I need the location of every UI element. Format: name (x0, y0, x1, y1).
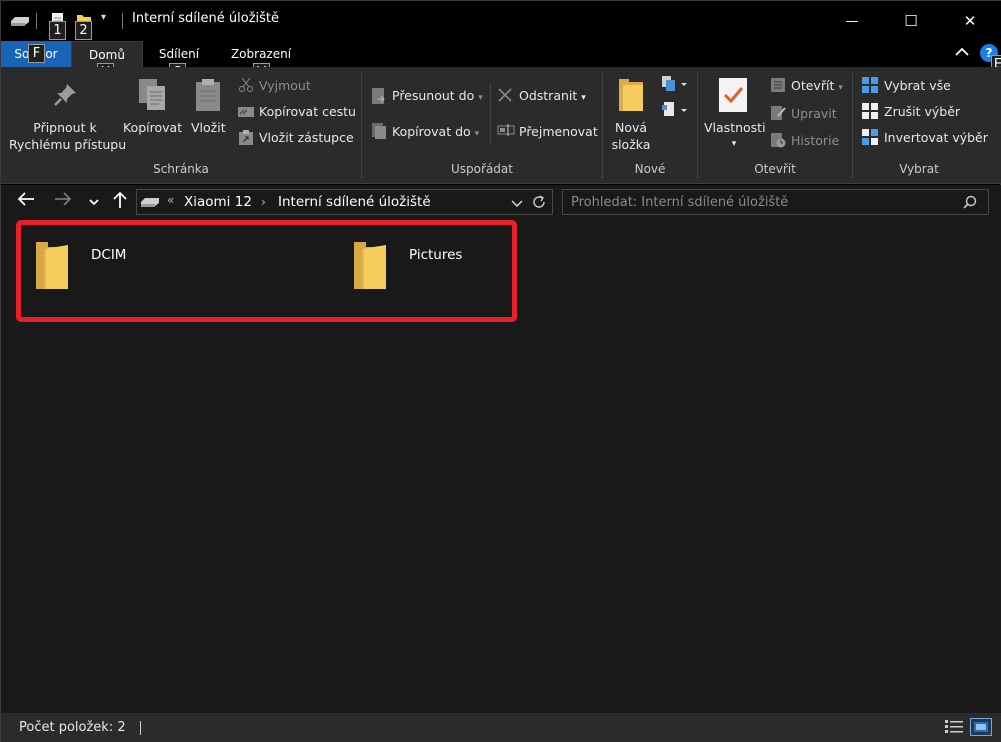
large-icons-view-icon[interactable] (970, 718, 992, 736)
select-all-icon (862, 77, 878, 96)
breadcrumb-separator-icon[interactable]: › (261, 195, 266, 209)
title-separator (122, 13, 123, 29)
keytip-file: F (28, 44, 45, 63)
pin-quick-access-button[interactable]: Připnout k Rychlému přístupu (9, 119, 127, 153)
search-input[interactable]: Prohledat: Interní sdílené úložiště (571, 195, 788, 210)
select-none-icon (862, 103, 878, 122)
copy-to-icon (371, 122, 387, 143)
vertical-separator (490, 83, 491, 145)
delete-button[interactable]: Odstranit ▾ (519, 88, 586, 103)
explorer-window: ▾ 1 2 Interní sdílené úložiště — ☐ ✕ So … (0, 0, 1001, 742)
pin-label-line1: Připnout k (33, 120, 97, 135)
edit-icon (770, 104, 786, 124)
edit-button[interactable]: Upravit (791, 106, 837, 121)
properties-dropdown-icon: ▾ (731, 139, 737, 149)
paste-shortcut-icon (238, 129, 254, 149)
copy-button[interactable]: Kopírovat (123, 120, 182, 135)
paste-button[interactable]: Vložit (191, 120, 226, 135)
group-label-open: Otevřít (754, 162, 796, 176)
group-label-new: Nové (634, 162, 666, 176)
collapse-ribbon-icon[interactable] (955, 46, 969, 60)
invert-selection-button[interactable]: Invertovat výběr (884, 130, 988, 145)
select-none-button[interactable]: Zrušit výběr (884, 104, 960, 119)
easy-access-icon[interactable] (661, 101, 689, 122)
maximize-button[interactable]: ☐ (882, 1, 940, 41)
copy-to-label: Kopírovat do (392, 124, 471, 139)
drive-icon (10, 15, 30, 30)
recent-locations-chevron-icon[interactable] (88, 193, 100, 213)
delete-icon (498, 88, 512, 105)
qat-customize-icon[interactable]: ▾ (101, 12, 106, 23)
new-folder-icon (617, 77, 645, 116)
breadcrumb-internal-storage[interactable]: Interní sdílené úložiště (278, 194, 431, 210)
up-button[interactable] (112, 191, 128, 214)
delete-dropdown-icon: ▾ (581, 93, 586, 103)
select-all-button[interactable]: Vybrat vše (884, 78, 951, 93)
drive-location-icon (140, 196, 160, 211)
status-bar (1, 713, 1001, 742)
move-to-dropdown-icon: ▾ (478, 93, 483, 103)
cut-icon (238, 77, 254, 96)
pin-icon (51, 81, 79, 112)
group-label-clipboard: Schránka (153, 162, 209, 176)
open-button[interactable]: Otevřít ▾ (791, 78, 843, 93)
tab-file-label-end: or (45, 47, 58, 61)
properties-icon (717, 77, 749, 116)
copy-icon (137, 77, 169, 116)
copy-path-button[interactable]: Kopírovat cestu (259, 104, 356, 119)
status-separator (140, 721, 141, 735)
pin-label-line2: Rychlému přístupu (9, 137, 127, 152)
rename-icon (497, 123, 515, 140)
group-label-select: Vybrat (899, 162, 939, 176)
minimize-button[interactable]: — (823, 1, 881, 41)
qat-separator (36, 13, 37, 29)
keytip-qat-2: 2 (75, 21, 92, 40)
back-button[interactable] (17, 191, 35, 212)
breadcrumb-overflow[interactable]: « (167, 193, 174, 207)
open-label: Otevřít (791, 78, 835, 93)
open-dropdown-icon: ▾ (838, 83, 843, 93)
history-button[interactable]: Historie (791, 133, 839, 148)
window-title: Interní sdílené úložiště (132, 11, 279, 26)
cut-button[interactable]: Vyjmout (259, 78, 311, 93)
item-count: Počet položek: 2 (19, 720, 126, 735)
invert-selection-icon (862, 129, 878, 148)
properties-button[interactable]: Vlastnosti ▾ (704, 119, 766, 153)
new-folder-label-line1: Nová (614, 120, 648, 135)
refresh-icon[interactable] (531, 194, 547, 213)
copy-to-button[interactable]: Kopírovat do ▾ (392, 124, 479, 139)
copy-path-icon (237, 105, 255, 122)
address-dropdown-icon[interactable] (511, 197, 523, 211)
details-view-icon[interactable] (944, 719, 964, 738)
copy-to-dropdown-icon: ▾ (474, 129, 480, 139)
keytip-qat-1: 1 (49, 21, 66, 40)
properties-label: Vlastnosti (704, 120, 766, 135)
open-icon (770, 77, 786, 96)
paste-shortcut-button[interactable]: Vložit zástupce (259, 130, 354, 145)
highlight-annotation (16, 220, 517, 322)
delete-label: Odstranit (519, 88, 578, 103)
paste-icon (194, 77, 222, 116)
close-button[interactable]: ✕ (941, 1, 999, 41)
group-label-organize: Uspořádat (451, 162, 513, 176)
new-folder-button[interactable]: Nová složka (607, 119, 655, 153)
new-folder-label-line2: složka (611, 137, 651, 152)
history-icon (770, 132, 786, 152)
forward-button[interactable] (54, 191, 72, 212)
move-to-label: Přesunout do (392, 88, 475, 103)
breadcrumb-xiaomi-12[interactable]: Xiaomi 12 (184, 194, 252, 210)
move-to-button[interactable]: Přesunout do ▾ (392, 88, 483, 103)
new-item-icon[interactable] (661, 75, 689, 96)
rename-button[interactable]: Přejmenovat (519, 124, 598, 139)
search-icon[interactable] (963, 195, 977, 212)
move-to-icon (371, 87, 387, 108)
